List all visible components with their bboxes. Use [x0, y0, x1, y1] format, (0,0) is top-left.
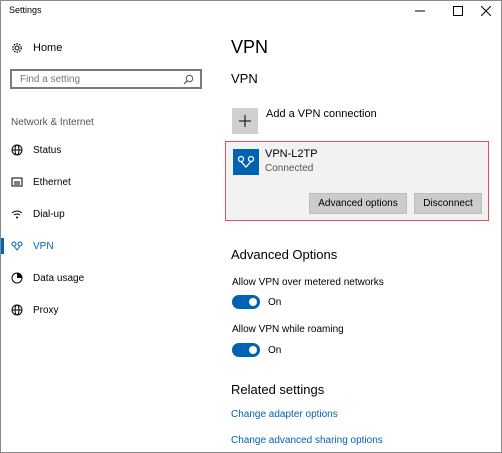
home-label: Home: [33, 42, 63, 54]
sidebar-item-label: Data usage: [33, 272, 85, 284]
data-usage-icon: [11, 272, 23, 284]
sidebar-item-label: Ethernet: [33, 176, 71, 188]
search-input[interactable]: [18, 72, 182, 86]
settings-window: Settings Home Network & Internet: [0, 0, 502, 453]
window-title: Settings: [9, 5, 42, 15]
vpn-name: VPN-L2TP: [265, 148, 318, 160]
roaming-toggle[interactable]: [232, 343, 260, 357]
disconnect-button[interactable]: Disconnect: [414, 193, 482, 214]
vpn-status: Connected: [265, 163, 314, 174]
active-indicator: [1, 238, 4, 254]
change-adapter-options-link[interactable]: Change adapter options: [231, 409, 338, 420]
maximize-icon: [453, 6, 463, 16]
globe-icon: [11, 304, 23, 316]
sidebar-item-status[interactable]: Status: [1, 138, 201, 162]
home-nav[interactable]: Home: [11, 39, 62, 57]
metered-toggle[interactable]: [232, 295, 260, 309]
vpn-icon: [11, 241, 23, 251]
search-icon[interactable]: [183, 74, 194, 85]
minimize-button[interactable]: [405, 1, 435, 21]
section-label: Network & Internet: [11, 117, 94, 128]
roaming-option-label: Allow VPN while roaming: [232, 324, 344, 335]
sidebar-item-label: Dial-up: [33, 208, 65, 220]
close-button[interactable]: [471, 1, 501, 21]
sidebar-item-label: VPN: [33, 240, 54, 252]
metered-toggle-state: On: [268, 296, 282, 308]
sidebar-item-proxy[interactable]: Proxy: [1, 298, 201, 322]
add-vpn-button[interactable]: Add a VPN connection: [232, 107, 377, 135]
vpn-heading: VPN: [231, 71, 258, 86]
minimize-icon: [415, 10, 425, 12]
sidebar-item-data-usage[interactable]: Data usage: [1, 266, 201, 290]
roaming-toggle-row[interactable]: On: [232, 341, 281, 359]
dialup-icon: [11, 210, 23, 219]
metered-toggle-row[interactable]: On: [232, 293, 281, 311]
sidebar-item-dialup[interactable]: Dial-up: [1, 202, 201, 226]
vpn-connection-icon: [233, 149, 259, 175]
toggle-knob: [249, 346, 257, 354]
advanced-options-button[interactable]: Advanced options: [309, 193, 407, 214]
maximize-button[interactable]: [443, 1, 473, 21]
related-settings-heading: Related settings: [231, 382, 325, 397]
advanced-options-heading: Advanced Options: [231, 247, 338, 262]
search-box[interactable]: [10, 69, 202, 89]
gear-icon: [12, 43, 22, 53]
sidebar-item-label: Proxy: [33, 304, 59, 316]
globe-status-icon: [11, 144, 23, 156]
sidebar-item-ethernet[interactable]: Ethernet: [1, 170, 201, 194]
vpn-connection-card[interactable]: VPN-L2TP Connected Advanced options Disc…: [225, 141, 489, 221]
add-vpn-label: Add a VPN connection: [266, 108, 377, 120]
plus-icon: [232, 108, 258, 134]
sidebar-item-label: Status: [33, 144, 62, 156]
metered-option-label: Allow VPN over metered networks: [232, 277, 384, 288]
title-bar: Settings: [1, 1, 501, 21]
change-sharing-options-link[interactable]: Change advanced sharing options: [231, 435, 383, 446]
roaming-toggle-state: On: [268, 344, 282, 356]
close-icon: [481, 6, 491, 16]
ethernet-icon: [11, 177, 23, 187]
page-title: VPN: [231, 37, 269, 57]
toggle-knob: [249, 298, 257, 306]
sidebar-item-vpn[interactable]: VPN: [1, 234, 201, 258]
